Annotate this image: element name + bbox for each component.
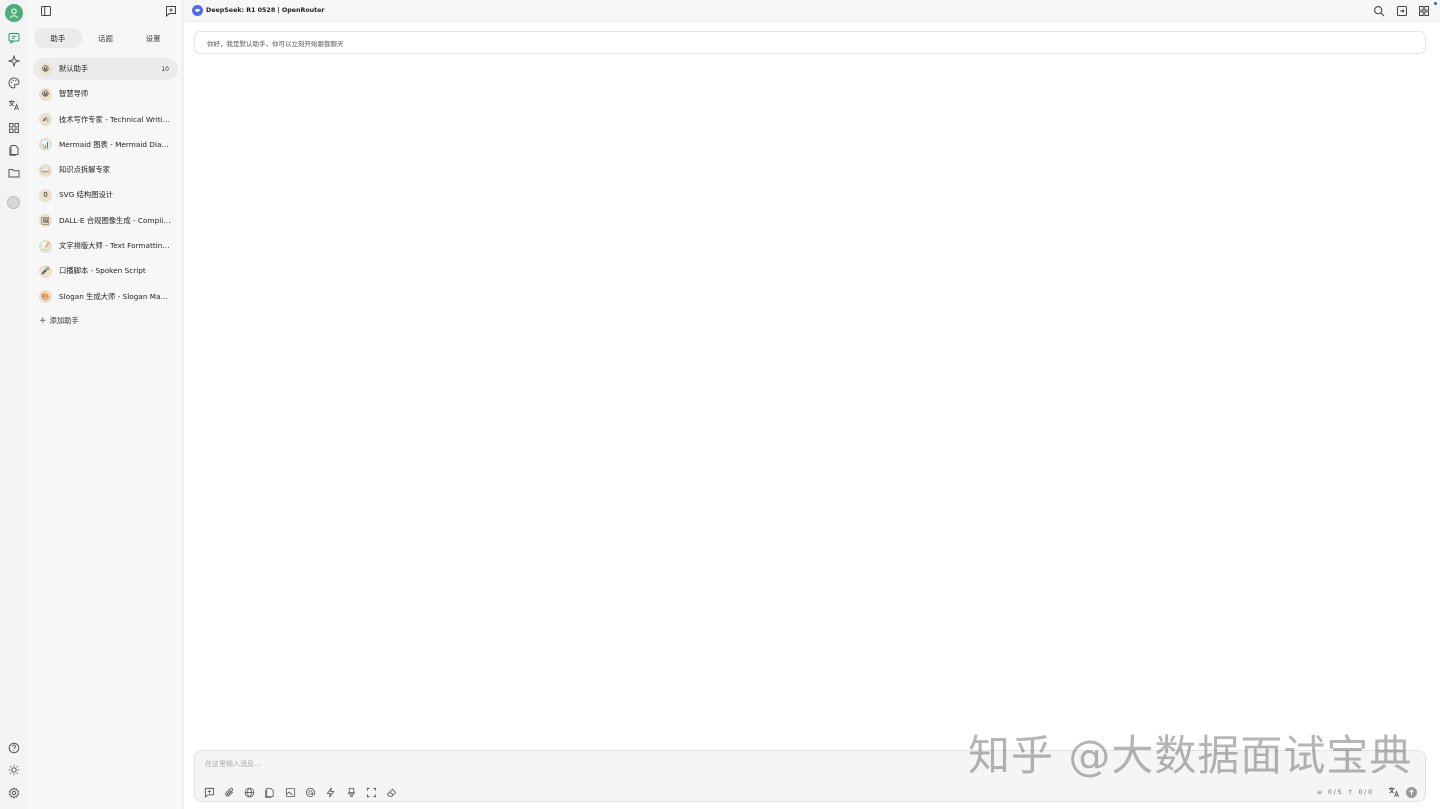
add-assistant-label: 添加助手 [49, 316, 79, 325]
composer-toolbar [203, 786, 406, 798]
quick-phrase-lightning-icon[interactable] [325, 786, 337, 798]
clear-brush-icon[interactable] [345, 786, 357, 798]
model-selector[interactable]: DeepSeek: R1 0528 | OpenRouter [192, 5, 325, 16]
assistant-emoji: 0 [39, 188, 52, 202]
translate-icon[interactable] [6, 97, 22, 113]
assistant-item[interactable]: 📝 文字排版大师 - Text Formatting Master [33, 235, 178, 257]
assistant-name: SVG 结构图设计 [59, 190, 114, 200]
assistant-name: 智慧导师 [59, 89, 89, 99]
help-icon[interactable] [6, 740, 22, 756]
plus-icon: + [39, 316, 47, 326]
palette-icon[interactable] [6, 75, 22, 91]
user-avatar[interactable] [5, 4, 23, 22]
assistant-item[interactable]: 😀 默认助手 10 [33, 58, 178, 80]
assistant-name: 文字排版大师 - Text Formatting Master [59, 241, 171, 251]
assistant-name: DALL·E 合规图像生成 - Compliant Image Generati… [59, 215, 171, 225]
message-composer[interactable]: 在这里输入消息... ≡ 0 / 5 ↑ 0 / 0 [194, 750, 1426, 802]
apps-grid-icon[interactable] [6, 120, 22, 136]
sparkle-icon[interactable] [6, 53, 22, 69]
tab-topics[interactable]: 话题 [82, 28, 130, 48]
message-input[interactable]: 在这里输入消息... [205, 759, 261, 769]
search-icon[interactable] [1373, 5, 1385, 17]
assistant-name: 默认助手 [59, 64, 89, 73]
chat-icon[interactable] [6, 30, 22, 46]
assistant-item[interactable]: 0 SVG 结构图设计 [33, 184, 178, 206]
settings-gear-icon[interactable] [6, 785, 22, 801]
image-icon[interactable] [284, 786, 296, 798]
assistant-item[interactable]: 📊 Mermaid 图表 - Mermaid Diagram [33, 134, 178, 156]
add-assistant-button[interactable]: + 添加助手 [39, 316, 79, 326]
assistant-emoji: 😀 [39, 62, 52, 76]
assistant-name: 口播脚本 - Spoken Script [59, 266, 146, 276]
fullscreen-icon[interactable] [365, 786, 377, 798]
chat-main: DeepSeek: R1 0528 | OpenRouter 你好，我是默认助手… [184, 0, 1440, 809]
assistant-item[interactable]: 🎨 Slogan 生成大师 - Slogan Master [33, 286, 178, 308]
assistant-emoji: 📝 [39, 239, 52, 253]
assistant-emoji: 📊 [39, 138, 52, 152]
nav-rail [0, 0, 28, 809]
web-search-globe-icon[interactable] [244, 786, 256, 798]
topic-count-badge: 10 [161, 65, 169, 73]
assistant-name: 知识点拆解专家 [59, 165, 111, 175]
agent-avatar[interactable] [7, 196, 20, 209]
notification-dot [1434, 2, 1437, 5]
folder-icon[interactable] [6, 165, 22, 181]
assistant-item[interactable]: 🖼 DALL·E 合规图像生成 - Compliant Image Genera… [33, 210, 178, 232]
assistant-item[interactable]: 😀 智慧导师 [33, 83, 178, 105]
deepseek-logo-icon [192, 5, 203, 16]
assistant-list: 😀 默认助手 10 😀 智慧导师 ✍ 技术写作专家 - Technical Wr… [33, 58, 178, 311]
theme-sun-icon[interactable] [6, 762, 22, 778]
assistant-item[interactable]: ✍ 技术写作专家 - Technical Writing Expert [33, 109, 178, 131]
assistant-name: 技术写作专家 - Technical Writing Expert [59, 114, 171, 124]
panel-toolbar [28, 0, 183, 22]
token-arrow-icon: ↑ [1347, 788, 1353, 796]
assistant-emoji: 🖼 [39, 214, 52, 228]
context-count: 0 / 5 [1328, 788, 1342, 796]
new-topic-icon[interactable] [165, 5, 177, 18]
token-count: 0 / 0 [1358, 788, 1372, 796]
assistant-emoji: 🎨 [39, 290, 52, 304]
assistant-name: Mermaid 图表 - Mermaid Diagram [59, 139, 171, 149]
context-count-icon: ≡ [1316, 788, 1322, 796]
mention-at-icon[interactable] [304, 786, 316, 798]
composer-status: ≡ 0 / 5 ↑ 0 / 0 [1317, 786, 1417, 798]
translate-icon[interactable] [1388, 786, 1400, 798]
tab-settings[interactable]: 设置 [129, 28, 177, 48]
chat-header: DeepSeek: R1 0528 | OpenRouter [184, 0, 1440, 22]
eraser-icon[interactable] [386, 786, 398, 798]
greeting-message: 你好，我是默认助手，你可以立刻开始跟我聊天 [194, 31, 1426, 54]
send-button[interactable] [1406, 786, 1417, 798]
knowledge-base-icon[interactable] [264, 786, 276, 798]
assistant-item[interactable]: 📖 知识点拆解专家 [33, 159, 178, 181]
files-icon[interactable] [6, 142, 22, 158]
model-title: DeepSeek: R1 0528 | OpenRouter [206, 7, 325, 14]
assistant-emoji: 📖 [39, 163, 52, 177]
assistant-emoji: ✍ [39, 113, 52, 127]
assistant-emoji: 😀 [39, 87, 52, 101]
panel-tabs: 助手 话题 设置 [34, 28, 177, 48]
apps-icon[interactable] [1418, 5, 1430, 17]
tab-assistants[interactable]: 助手 [34, 28, 82, 48]
assistant-name: Slogan 生成大师 - Slogan Master [59, 291, 171, 301]
toggle-sidebar-icon[interactable] [40, 5, 52, 17]
expand-layout-icon[interactable] [1396, 5, 1408, 17]
new-topic-icon[interactable] [203, 786, 215, 798]
assistant-item[interactable]: 🎤 口播脚本 - Spoken Script [33, 260, 178, 282]
assistant-panel: 助手 话题 设置 😀 默认助手 10 😀 智慧导师 ✍ 技术写作专家 - Tec… [28, 0, 183, 809]
assistant-emoji: 🎤 [39, 264, 52, 278]
attachment-icon[interactable] [223, 786, 235, 798]
